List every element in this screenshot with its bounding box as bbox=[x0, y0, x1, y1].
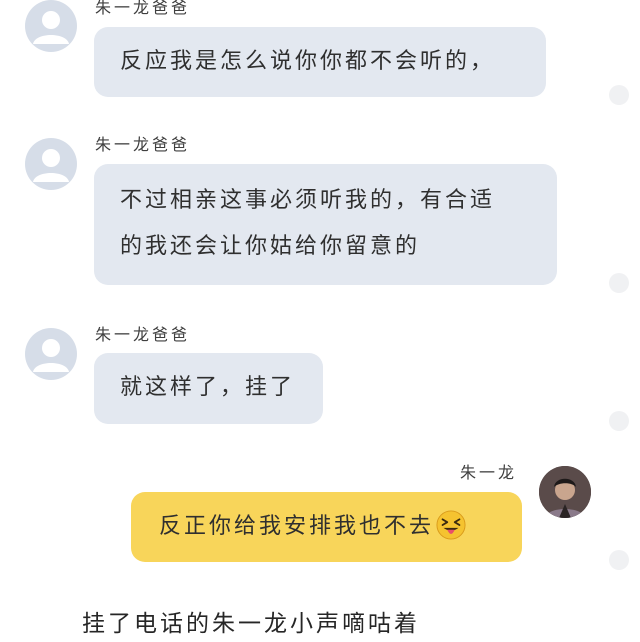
message-text: 反应我是怎么说你你都不会听的， bbox=[120, 49, 496, 74]
status-dot bbox=[609, 85, 629, 105]
message-text: 就这样了，挂了 bbox=[120, 375, 296, 400]
message-bubble[interactable]: 不过相亲这事必须听我的，有合适 的我还会让你姑给你留意的 bbox=[94, 164, 557, 285]
message-bubble[interactable]: 反应我是怎么说你你都不会听的， bbox=[94, 27, 546, 97]
contact-avatar[interactable] bbox=[25, 138, 77, 190]
squinting-face-with-tongue-icon bbox=[436, 510, 466, 540]
default-avatar-icon bbox=[33, 149, 69, 182]
narration-text: 挂了电话的朱一龙小声嘀咕着 bbox=[82, 611, 420, 637]
message-text: 反正你给我安排我也不去 bbox=[159, 514, 435, 539]
default-avatar-icon bbox=[33, 11, 69, 44]
user-photo bbox=[539, 466, 591, 518]
message-text-line: 的我还会让你姑给你留意的 bbox=[120, 234, 421, 259]
message-text-line: 不过相亲这事必须听我的，有合适 bbox=[120, 188, 496, 213]
sender-name: 朱一龙爸爸 bbox=[95, 325, 191, 344]
message-bubble[interactable]: 就这样了，挂了 bbox=[94, 353, 323, 424]
status-dot bbox=[609, 273, 629, 293]
status-dot bbox=[609, 411, 629, 431]
default-avatar-icon bbox=[33, 339, 69, 372]
status-dot bbox=[609, 550, 629, 570]
sender-name: 朱一龙爸爸 bbox=[95, 135, 191, 154]
contact-avatar[interactable] bbox=[25, 328, 77, 380]
contact-avatar[interactable] bbox=[25, 0, 77, 52]
sender-name: 朱一龙爸爸 bbox=[95, 0, 191, 17]
user-avatar[interactable] bbox=[539, 466, 591, 518]
sender-name: 朱一龙 bbox=[460, 463, 518, 482]
message-bubble[interactable]: 反正你给我安排我也不去 bbox=[131, 492, 522, 562]
